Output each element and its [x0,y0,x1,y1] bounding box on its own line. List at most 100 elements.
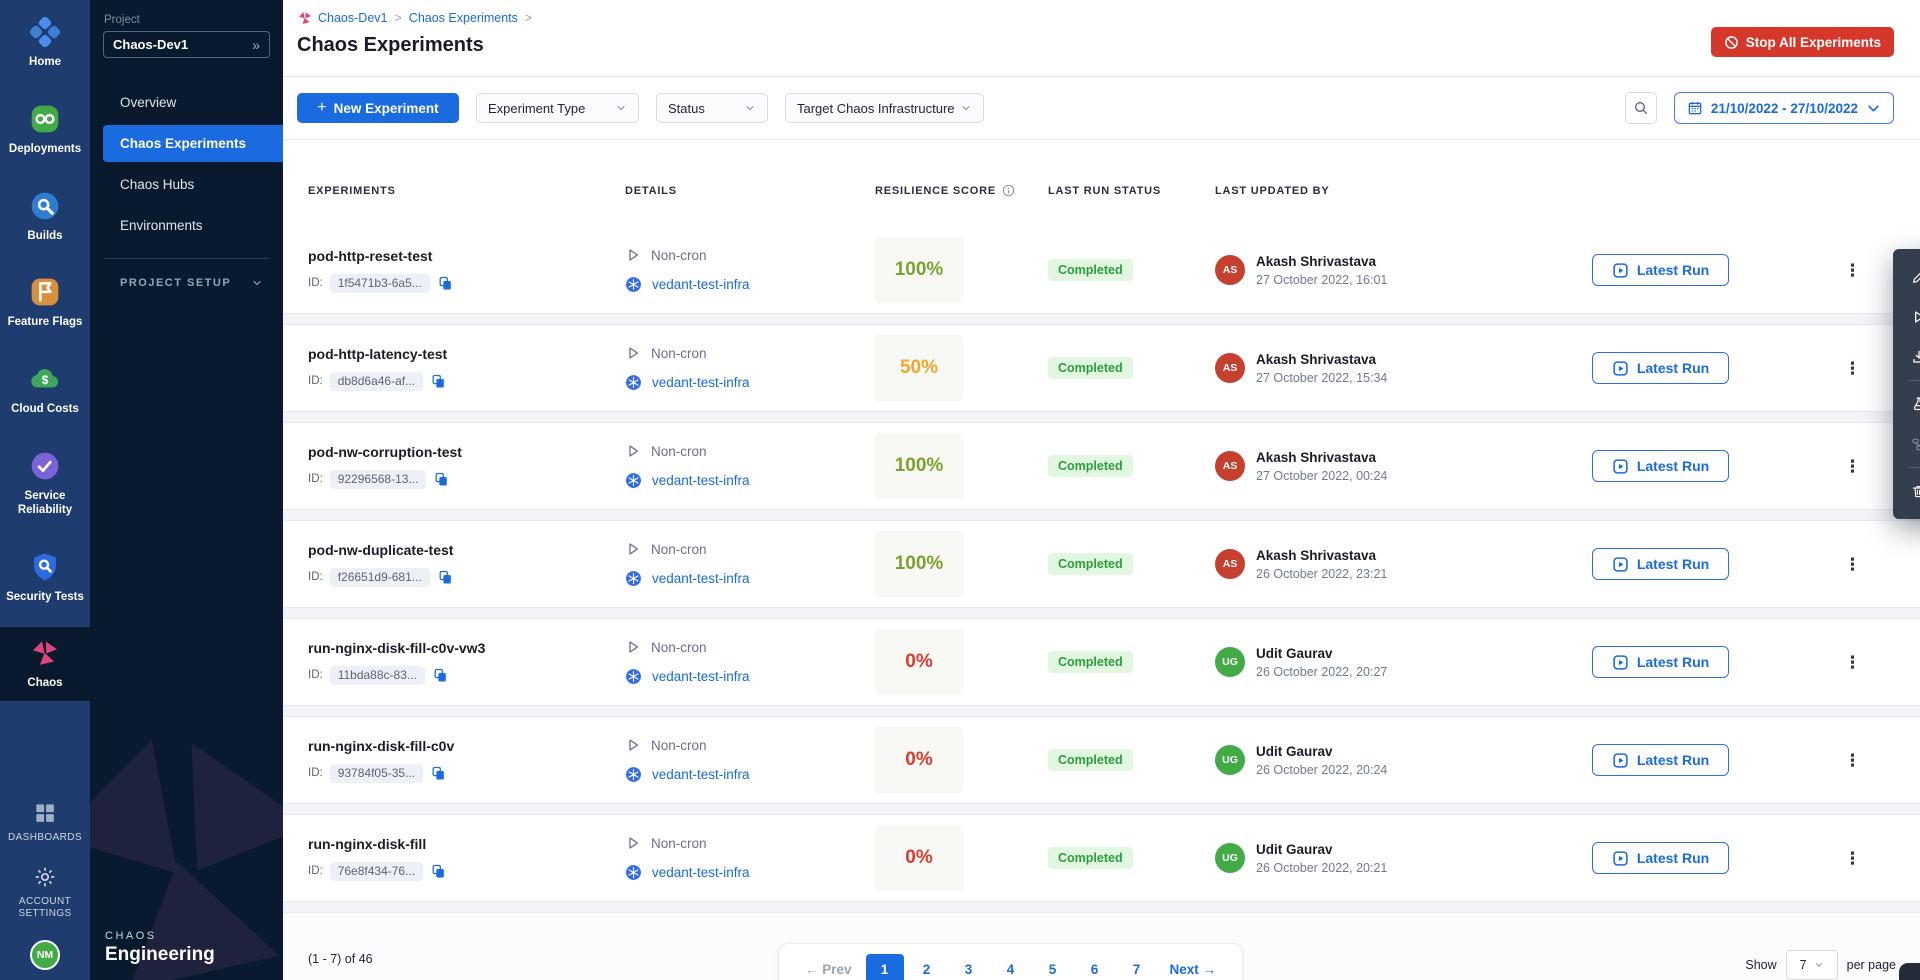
filter-target-chaos-infrastructure[interactable]: Target Chaos Infrastructure [785,93,984,123]
module-label: Service Reliability [0,490,90,518]
menu-item-edit-experiment[interactable]: Edit Experiment [1893,257,1920,297]
row-menu-button[interactable]: ⋮ [1838,258,1852,283]
module-chaos[interactable]: Chaos [0,627,90,701]
row-menu-button[interactable]: ⋮ [1838,356,1852,381]
sidebar-item-chaos-experiments[interactable]: Chaos Experiments [103,125,283,162]
row-menu-button[interactable]: ⋮ [1838,650,1852,675]
filter-experiment-type[interactable]: Experiment Type [476,93,639,123]
prev-page-button[interactable]: ← Prev [795,962,862,977]
next-page-button[interactable]: Next → [1160,962,1227,977]
filter-status[interactable]: Status [656,93,768,123]
avatar: UG [1215,745,1245,775]
module-dashboards[interactable]: DASHBOARDS [0,800,90,844]
chevron-down-icon [1866,101,1881,116]
infrastructure-link[interactable]: vedant-test-infra [652,571,750,586]
avatar: AS [1215,451,1245,481]
stop-all-experiments-button[interactable]: Stop All Experiments [1711,27,1894,57]
infrastructure-link[interactable]: vedant-test-infra [652,473,750,488]
date-range-picker[interactable]: 21/10/2022 - 27/10/2022 [1674,92,1894,124]
copy-icon[interactable] [437,569,454,586]
breadcrumb: Chaos-Dev1>Chaos Experiments> [297,10,534,26]
new-experiment-button[interactable]: + New Experiment [297,93,459,123]
help-widget[interactable] [1899,963,1920,980]
page-button-3[interactable]: 3 [950,954,988,980]
search-button[interactable] [1625,92,1657,124]
main-content: Chaos-Dev1>Chaos Experiments> Chaos Expe… [283,0,1920,980]
latest-run-button[interactable]: Latest Run [1592,352,1729,384]
menu-item-delete-experiment[interactable]: Delete Experiment [1893,471,1920,511]
copy-icon[interactable] [437,275,454,292]
page-button-1[interactable]: 1 [866,954,904,980]
menu-item-add-to-chaos-hub[interactable]: Add to Chaos Hub [1893,384,1920,424]
infrastructure-link[interactable]: vedant-test-infra [652,669,750,684]
copy-icon[interactable] [430,863,447,880]
experiment-name: run-nginx-disk-fill-c0v [308,738,625,754]
infrastructure-link[interactable]: vedant-test-infra [652,767,750,782]
row-menu-button[interactable]: ⋮ [1838,846,1852,871]
infrastructure-link[interactable]: vedant-test-infra [652,277,750,292]
service-reliability-icon [28,449,62,483]
cron-type: Non-cron [651,248,707,263]
row-separator [283,411,1920,423]
experiment-id: 93784f05-35... [330,764,423,783]
project-setup-section[interactable]: PROJECT SETUP [90,259,283,289]
project-label: Project [104,14,269,26]
module-home[interactable]: Home [0,6,90,80]
module-service-reliability[interactable]: Service Reliability [0,440,90,528]
copy-icon[interactable] [433,471,450,488]
user-avatar[interactable]: NM [30,940,60,970]
infrastructure-link[interactable]: vedant-test-infra [652,865,750,880]
experiment-row: run-nginx-disk-fill ID: 76e8f434-76... N… [283,815,1920,901]
latest-run-button[interactable]: Latest Run [1592,450,1729,482]
row-menu-button[interactable]: ⋮ [1838,552,1852,577]
copy-icon[interactable] [430,373,447,390]
edit-icon [1911,269,1920,285]
copy-icon[interactable] [430,765,447,782]
latest-run-button[interactable]: Latest Run [1592,548,1729,580]
module-deployments[interactable]: Deployments [0,93,90,167]
module-account-settings[interactable]: ACCOUNTSETTINGS [0,864,90,920]
module-security-tests[interactable]: Security Tests [0,541,90,615]
info-icon[interactable] [1002,184,1015,197]
sidebar-item-environments[interactable]: Environments [90,205,283,246]
infrastructure-link[interactable]: vedant-test-infra [652,375,750,390]
avatar: AS [1215,549,1245,579]
kubernetes-icon [625,472,642,489]
page-button-7[interactable]: 7 [1118,954,1156,980]
page-button-5[interactable]: 5 [1034,954,1072,980]
row-menu-button[interactable]: ⋮ [1838,748,1852,773]
latest-run-button[interactable]: Latest Run [1592,744,1729,776]
breadcrumb-separator: > [394,11,401,25]
latest-run-button[interactable]: Latest Run [1592,254,1729,286]
row-separator [283,509,1920,521]
menu-item-run-experiment[interactable]: Run Experiment [1893,297,1920,337]
pipeline-icon [1911,436,1920,453]
project-selector[interactable]: Chaos-Dev1 » [103,31,270,58]
cron-type-icon [625,247,641,263]
new-experiment-label: New Experiment [334,101,439,116]
experiment-id: 11bda88c-83... [330,666,425,685]
module-builds[interactable]: Builds [0,180,90,254]
page-button-6[interactable]: 6 [1076,954,1114,980]
cron-type-icon [625,639,641,655]
row-menu-button[interactable]: ⋮ [1838,454,1852,479]
page-button-2[interactable]: 2 [908,954,946,980]
per-page-label: per page [1847,958,1896,972]
sidebar-item-overview[interactable]: Overview [90,82,283,123]
module-feature-flags[interactable]: Feature Flags [0,266,90,340]
module-cloud-costs[interactable]: $ Cloud Costs [0,353,90,427]
row-separator [283,705,1920,717]
latest-run-button[interactable]: Latest Run [1592,842,1729,874]
cron-type-icon [625,443,641,459]
copy-icon[interactable] [432,667,449,684]
expand-icon[interactable]: » [252,37,260,53]
breadcrumb-link-chaos-dev1[interactable]: Chaos-Dev1 [318,11,387,25]
module-label: Security Tests [3,591,87,605]
sidebar-item-chaos-hubs[interactable]: Chaos Hubs [90,164,283,205]
page-header: Chaos-Dev1>Chaos Experiments> Chaos Expe… [283,0,1920,77]
breadcrumb-link-chaos-experiments[interactable]: Chaos Experiments [409,11,518,25]
latest-run-button[interactable]: Latest Run [1592,646,1729,678]
menu-item-download-experiment[interactable]: Download Experiment [1893,337,1920,377]
page-button-4[interactable]: 4 [992,954,1030,980]
page-size-select[interactable]: 7 [1786,950,1838,980]
